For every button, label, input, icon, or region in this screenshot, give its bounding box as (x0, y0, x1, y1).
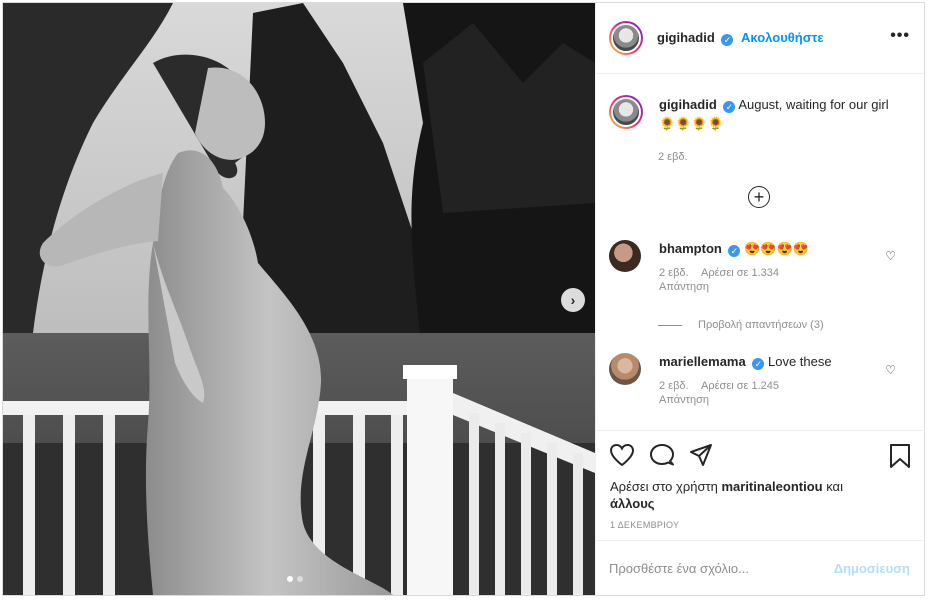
divider (658, 324, 682, 326)
header-username[interactable]: gigihadid (657, 30, 715, 45)
comment-item: mariellemama ✓ Love these 2 εβδ. Αρέσει … (609, 353, 832, 407)
avatar[interactable] (609, 95, 643, 129)
follow-button[interactable]: Ακολουθήστε (741, 30, 824, 45)
carousel-next-button[interactable]: › (561, 288, 585, 312)
comment-meta: 2 εβδ. Αρέσει σε 1.245 Απάντηση (659, 379, 832, 407)
reply-button[interactable]: Απάντηση (659, 393, 822, 407)
verified-badge-icon: ✓ (721, 34, 734, 46)
verified-badge-icon: ✓ (723, 101, 736, 113)
avatar[interactable] (609, 240, 641, 272)
comment-meta: 2 εβδ. Αρέσει σε 1.334 Απάντηση (659, 266, 809, 294)
publish-button[interactable]: Δημοσίευση (834, 561, 910, 576)
view-replies-label: Προβολή απαντήσεων (3) (698, 319, 824, 331)
verified-badge-icon: ✓ (752, 358, 765, 370)
add-comment-bar: Δημοσίευση (596, 540, 923, 595)
bookmark-button[interactable] (889, 443, 911, 469)
more-options-icon[interactable]: ••• (890, 27, 910, 45)
comment-input[interactable] (609, 560, 834, 576)
carousel-dots (287, 576, 303, 582)
caption: gigihadid ✓ August, waiting for our girl… (609, 95, 899, 133)
caption-username[interactable]: gigihadid (659, 97, 717, 112)
comment-line: mariellemama ✓ Love these (659, 353, 832, 371)
post-photo[interactable]: › (3, 3, 595, 595)
post-date[interactable]: 1 ΔΕΚΕΜΒΡΙΟΥ (610, 520, 679, 530)
avatar[interactable] (609, 21, 643, 55)
reply-button[interactable]: Απάντηση (659, 280, 799, 294)
likes-prefix: Αρέσει στο χρήστη (610, 479, 718, 494)
avatar[interactable] (609, 353, 641, 385)
photo-scene (3, 3, 595, 595)
comment-line: bhampton ✓ 😍😍😍😍 (659, 240, 809, 258)
comment-body: bhampton ✓ 😍😍😍😍 2 εβδ. Αρέσει σε 1.334 Α… (659, 240, 809, 294)
likes-suffix: και (826, 479, 843, 494)
bookmark-icon (890, 444, 910, 468)
chevron-right-icon: › (570, 292, 576, 308)
comment-text: 😍😍😍😍 (744, 241, 809, 256)
comment-timestamp[interactable]: 2 εβδ. (659, 267, 689, 279)
share-icon[interactable] (689, 443, 713, 467)
comment-timestamp[interactable]: 2 εβδ. (659, 380, 689, 392)
comment-icon[interactable] (649, 443, 675, 467)
load-more-comments-button[interactable]: + (748, 186, 770, 208)
heart-icon[interactable]: ♡ (885, 363, 896, 377)
comment-item: bhampton ✓ 😍😍😍😍 2 εβδ. Αρέσει σε 1.334 Α… (609, 240, 809, 294)
heart-icon[interactable] (609, 443, 635, 467)
comment-username[interactable]: bhampton (659, 241, 722, 256)
comment-body: mariellemama ✓ Love these 2 εβδ. Αρέσει … (659, 353, 832, 407)
heart-icon[interactable]: ♡ (885, 249, 896, 263)
likes-user[interactable]: maritinaleontiou (721, 479, 822, 494)
plus-circle-icon: + (753, 187, 765, 207)
comment-likes[interactable]: Αρέσει σε 1.245 (701, 380, 779, 392)
carousel-dot (297, 576, 303, 582)
verified-badge-icon: ✓ (728, 245, 741, 257)
post-actions: Αρέσει στο χρήστη maritinaleontiou και ά… (596, 430, 923, 540)
comment-likes[interactable]: Αρέσει σε 1.334 (701, 267, 779, 279)
likes-summary: Αρέσει στο χρήστη maritinaleontiou και ά… (610, 478, 890, 512)
likes-others[interactable]: άλλους (610, 496, 655, 511)
header-user-block: gigihadid ✓ Ακολουθήστε (657, 30, 824, 46)
carousel-dot-active (287, 576, 293, 582)
caption-timestamp[interactable]: 2 εβδ. (658, 151, 688, 163)
view-replies-button[interactable]: Προβολή απαντήσεων (3) (658, 319, 824, 331)
action-icons (609, 443, 713, 467)
comment-username[interactable]: mariellemama (659, 354, 746, 369)
post-side-panel: gigihadid ✓ Ακολουθήστε ••• gigihadid ✓ … (595, 3, 924, 595)
comment-text: Love these (767, 354, 832, 369)
caption-text-block: gigihadid ✓ August, waiting for our girl… (659, 95, 899, 133)
post-header: gigihadid ✓ Ακολουθήστε ••• (596, 3, 924, 74)
post-card: › gigihadid ✓ Ακολουθήστε ••• gigihadid … (2, 2, 925, 596)
